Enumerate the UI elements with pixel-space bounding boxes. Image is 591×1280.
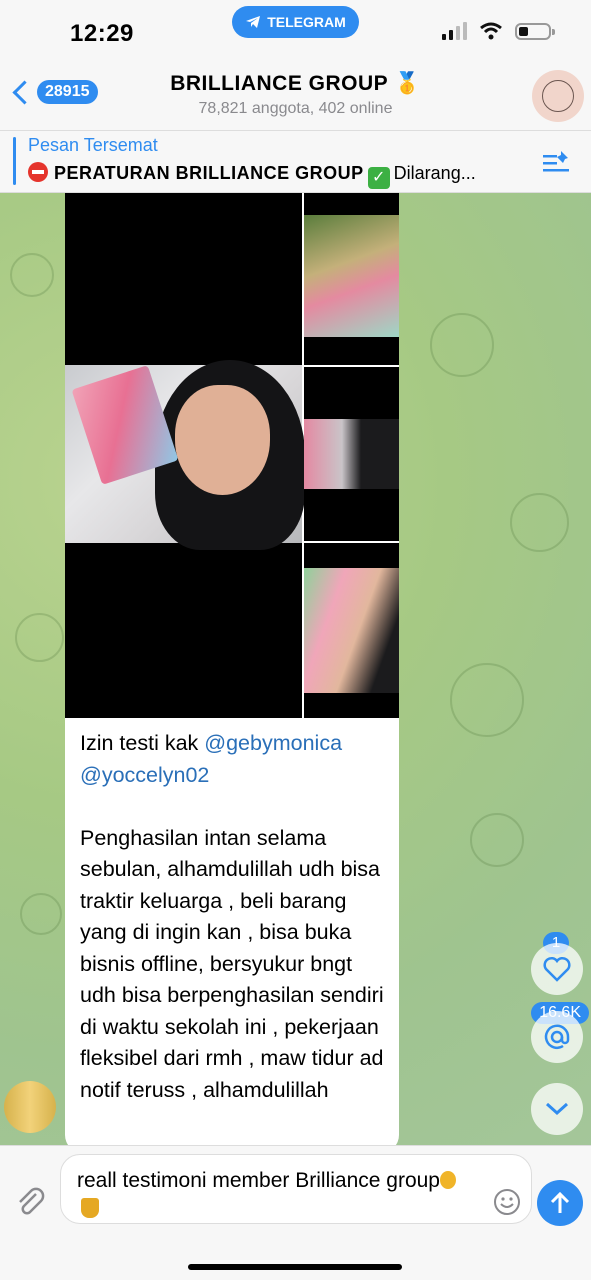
at-icon [544, 1024, 570, 1049]
photo-thumb-3-image [304, 568, 399, 693]
signal-icon [442, 22, 467, 40]
sender-avatar[interactable] [4, 1081, 56, 1133]
pinned-text-rest: Dilarang... [393, 163, 476, 183]
heart-icon [543, 956, 571, 982]
chevron-down-icon [545, 1102, 569, 1116]
mention-link[interactable]: @gebymonica [204, 731, 342, 755]
send-arrow-icon [550, 1191, 570, 1213]
battery-icon [515, 22, 555, 40]
group-subtitle: 78,821 anggota, 402 online [198, 100, 393, 117]
status-bar: 12:29 TELEGRAM [0, 0, 591, 58]
scroll-down-button[interactable] [531, 1083, 583, 1135]
reactions-button[interactable] [531, 943, 583, 995]
photo-thumb-2-image [304, 419, 399, 489]
group-avatar[interactable] [532, 70, 584, 122]
wallpaper-doodle [15, 613, 64, 662]
pinned-text-bold: PERATURAN BRILLIANCE GROUP [54, 163, 364, 183]
message-input[interactable]: reall testimoni member Brilliance group [60, 1154, 532, 1224]
photo-thumb-3[interactable] [304, 543, 399, 718]
status-icons [442, 22, 555, 40]
wallpaper-doodle [510, 493, 569, 552]
pinned-label: Pesan Tersemat [28, 135, 158, 155]
medal-icon [439, 1171, 456, 1189]
message-input-text: reall testimoni member Brilliance group [77, 1167, 477, 1223]
telegram-pill[interactable]: TELEGRAM [232, 6, 359, 38]
photo-main-image [65, 360, 305, 550]
stop-icon [28, 162, 48, 182]
check-icon: ✓ [367, 167, 390, 189]
wallpaper-doodle [10, 253, 54, 297]
message-composer: reall testimoni member Brilliance group [0, 1145, 591, 1280]
message-text: Izin testi kak @gebymonica @yoccelyn02 P… [80, 728, 390, 1106]
mentions-button[interactable] [531, 1011, 583, 1063]
chat-area[interactable]: Izin testi kak @gebymonica @yoccelyn02 P… [0, 193, 591, 1153]
wallpaper-doodle [20, 893, 62, 935]
home-indicator [188, 1264, 402, 1270]
photo-thumb-1[interactable] [304, 193, 399, 365]
pinned-indicator [13, 137, 16, 185]
telegram-icon [246, 16, 261, 28]
emoji-icon[interactable] [493, 1188, 521, 1216]
attach-icon[interactable] [14, 1186, 46, 1218]
photo-main[interactable] [65, 193, 305, 718]
telegram-pill-label: TELEGRAM [267, 14, 346, 30]
chat-header: 28915 BRILLIANCE GROUP 🥇 78,821 anggota,… [0, 58, 591, 130]
trophy-icon [81, 1198, 99, 1218]
pinned-list-icon[interactable] [541, 149, 571, 175]
photo-thumb-2[interactable] [304, 367, 399, 541]
send-button[interactable] [537, 1180, 583, 1226]
mention-link[interactable]: @yoccelyn02 [80, 763, 209, 787]
pinned-text: PERATURAN BRILLIANCE GROUP ✓ Dilarang... [28, 162, 476, 189]
wifi-icon [480, 22, 502, 40]
wallpaper-doodle [450, 663, 524, 737]
message-input-value: reall testimoni member Brilliance group [77, 1169, 440, 1192]
wallpaper-doodle [430, 313, 494, 377]
message-intro: Izin testi kak [80, 731, 205, 755]
message-body: Penghasilan intan selama sebulan, alhamd… [80, 825, 390, 1102]
photo-thumb-1-image [304, 215, 399, 337]
group-title[interactable]: BRILLIANCE GROUP 🥇 [0, 72, 591, 96]
message-bubble[interactable]: Izin testi kak @gebymonica @yoccelyn02 P… [65, 193, 399, 1153]
pinned-message[interactable]: Pesan Tersemat PERATURAN BRILLIANCE GROU… [0, 130, 591, 193]
wallpaper-doodle [470, 813, 524, 867]
status-time: 12:29 [70, 20, 134, 47]
